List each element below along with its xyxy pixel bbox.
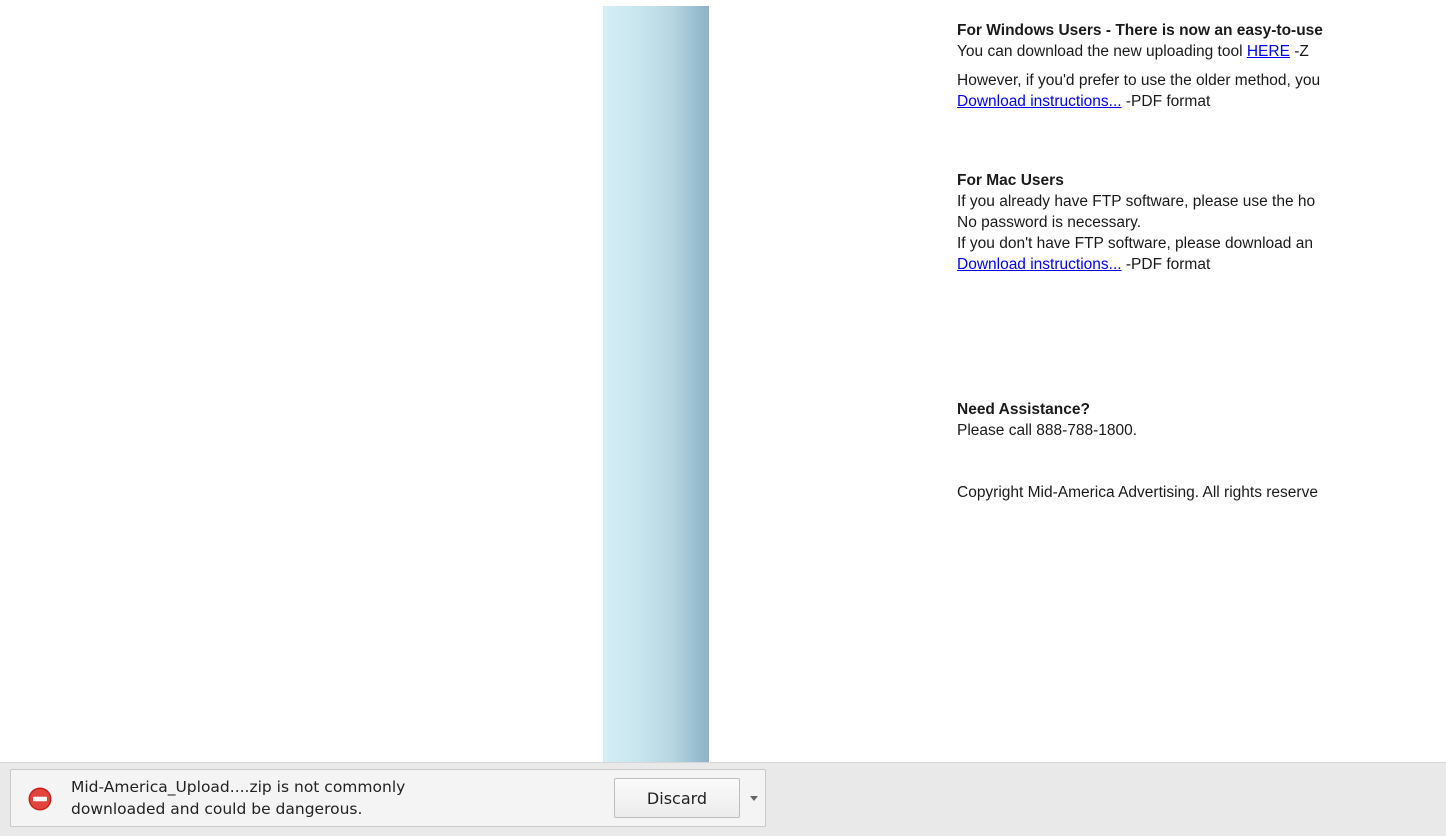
chevron-down-icon [750, 795, 758, 801]
download-warning-line-2: downloaded and could be dangerous. [71, 800, 363, 818]
download-bar: Mid-America_Upload....zip is not commonl… [0, 762, 1446, 836]
discard-button[interactable]: Discard [614, 778, 740, 818]
blocked-icon [28, 787, 52, 811]
download-item: Mid-America_Upload....zip is not commonl… [10, 769, 766, 827]
pdf-format-label: -PDF format [1121, 256, 1211, 273]
assistance-heading: Need Assistance? [957, 401, 1090, 418]
page-content: For Windows Users - There is now an easy… [957, 20, 1446, 520]
pdf-format-label: -PDF format [1121, 93, 1211, 110]
windows-download-line: You can download the new uploading tool … [957, 41, 1323, 62]
older-method-section: However, if you'd prefer to use the olde… [957, 70, 1320, 112]
decorative-gradient-column [603, 6, 709, 762]
mac-section: For Mac Users If you already have FTP so… [957, 170, 1315, 275]
download-warning-text: Mid-America_Upload....zip is not commonl… [71, 776, 531, 820]
mac-line-ftp: If you already have FTP software, please… [957, 193, 1316, 210]
windows-instructions-line: Download instructions... -PDF format [957, 91, 1320, 112]
mac-heading: For Mac Users [957, 172, 1064, 189]
windows-download-suffix: -Z [1289, 43, 1309, 60]
mac-line-password: No password is necessary. [957, 214, 1142, 231]
copyright-text: Copyright Mid-America Advertising. All r… [957, 484, 1318, 501]
windows-section: For Windows Users - There is now an easy… [957, 20, 1323, 62]
older-method-text: However, if you'd prefer to use the olde… [957, 72, 1321, 89]
windows-heading: For Windows Users - There is now an easy… [957, 22, 1323, 39]
windows-download-instructions-link[interactable]: Download instructions... [957, 93, 1122, 110]
assistance-section: Need Assistance? Please call 888-788-180… [957, 399, 1137, 441]
here-link[interactable]: HERE [1247, 43, 1290, 60]
top-spacer [0, 0, 1446, 6]
download-warning-line-1: Mid-America_Upload....zip is not commonl… [71, 778, 406, 796]
assistance-text: Please call 888-788-1800. [957, 422, 1138, 439]
mac-instructions-line: Download instructions... -PDF format [957, 254, 1315, 275]
mac-line-no-ftp: If you don't have FTP software, please d… [957, 235, 1313, 252]
download-options-button[interactable] [743, 770, 765, 826]
copyright-section: Copyright Mid-America Advertising. All r… [957, 482, 1318, 503]
mac-download-instructions-link[interactable]: Download instructions... [957, 256, 1122, 273]
windows-download-prefix: You can download the new uploading tool [957, 43, 1247, 60]
